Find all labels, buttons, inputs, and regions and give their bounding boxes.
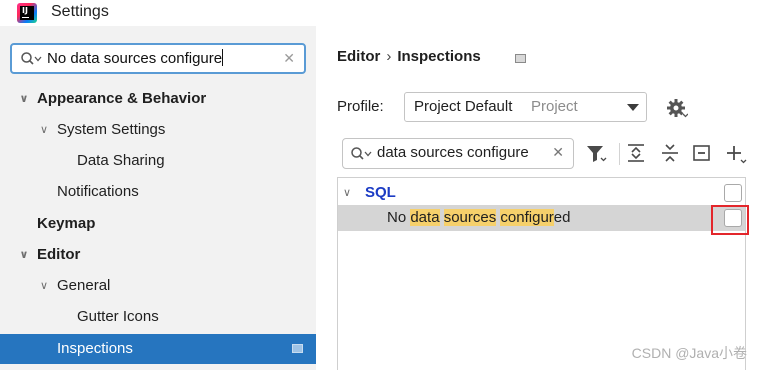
chevron-down-icon[interactable]: ∨ — [37, 271, 51, 301]
project-scope-icon — [292, 344, 303, 353]
sidebar-item-notifications[interactable]: Notifications — [57, 177, 139, 207]
reset-icon[interactable] — [690, 140, 714, 166]
annotation-highlight-box — [711, 205, 749, 235]
sidebar-item-data-sharing[interactable]: Data Sharing — [77, 146, 165, 176]
settings-search-input[interactable]: No data sources configure ✕ — [10, 43, 306, 74]
chevron-down-icon[interactable]: ∨ — [17, 84, 31, 114]
add-icon[interactable] — [724, 140, 748, 166]
collapse-all-icon[interactable] — [658, 140, 682, 166]
toolbar-separator — [619, 143, 620, 165]
settings-gear-icon[interactable] — [666, 97, 688, 119]
chevron-down-icon[interactable]: ∨ — [37, 115, 51, 145]
breadcrumb-inspections: Inspections — [397, 48, 481, 65]
sidebar-item-appearance-behavior[interactable]: ∨ Appearance & Behavior — [20, 84, 207, 114]
profile-label: Profile: — [337, 98, 384, 115]
intellij-logo-icon: IJ — [17, 3, 37, 23]
search-icon — [21, 52, 42, 65]
project-scope-icon — [515, 54, 526, 63]
breadcrumb-editor[interactable]: Editor — [337, 48, 380, 65]
inspection-label: No data sources configured — [387, 209, 571, 226]
chevron-down-icon[interactable]: ∨ — [343, 180, 351, 206]
filter-value: data sources configure — [377, 144, 529, 161]
profile-dropdown[interactable]: Project Default Project — [404, 92, 647, 122]
sidebar-item-label: Inspections — [57, 340, 133, 357]
clear-filter-icon[interactable]: ✕ — [552, 144, 564, 161]
expand-all-icon[interactable] — [624, 140, 648, 166]
window-title: Settings — [51, 3, 109, 20]
group-label-sql: SQL — [365, 184, 396, 201]
tree-row-sql[interactable]: ∨ SQL — [338, 180, 745, 206]
sidebar-item-editor[interactable]: ∨ Editor — [20, 240, 81, 270]
chevron-down-icon[interactable]: ∨ — [17, 240, 31, 270]
profile-value: Project Default — [414, 98, 513, 115]
filter-icon[interactable] — [584, 140, 608, 166]
profile-scope: Project — [531, 98, 578, 115]
sidebar-item-keymap[interactable]: Keymap — [37, 209, 95, 239]
inspection-tree: ∨ SQL No data sources configured — [337, 177, 746, 370]
breadcrumb: Editor › Inspections — [337, 48, 481, 65]
inspection-filter-input[interactable]: data sources configure ✕ — [342, 138, 574, 169]
title-bar: IJ Settings — [0, 0, 761, 26]
sql-group-checkbox[interactable] — [724, 184, 742, 202]
watermark: CSDN @Java小卷 — [631, 345, 747, 361]
breadcrumb-separator: › — [386, 48, 392, 65]
clear-search-icon[interactable]: ✕ — [283, 50, 295, 67]
settings-sidebar: No data sources configure ✕ ∨ Appearance… — [0, 26, 316, 370]
tree-row-no-data-sources[interactable]: No data sources configured — [338, 205, 745, 231]
settings-search-value: No data sources configure — [47, 49, 224, 67]
sidebar-item-gutter-icons[interactable]: Gutter Icons — [77, 302, 159, 332]
search-icon — [351, 147, 372, 160]
inspections-panel: Editor › Inspections Profile: Project Defa… — [316, 26, 761, 370]
sidebar-item-inspections[interactable]: Inspections — [0, 334, 316, 364]
dropdown-arrow-icon — [627, 104, 639, 111]
sidebar-item-general[interactable]: ∨ General — [40, 271, 110, 301]
sidebar-item-system-settings[interactable]: ∨ System Settings — [40, 115, 165, 145]
